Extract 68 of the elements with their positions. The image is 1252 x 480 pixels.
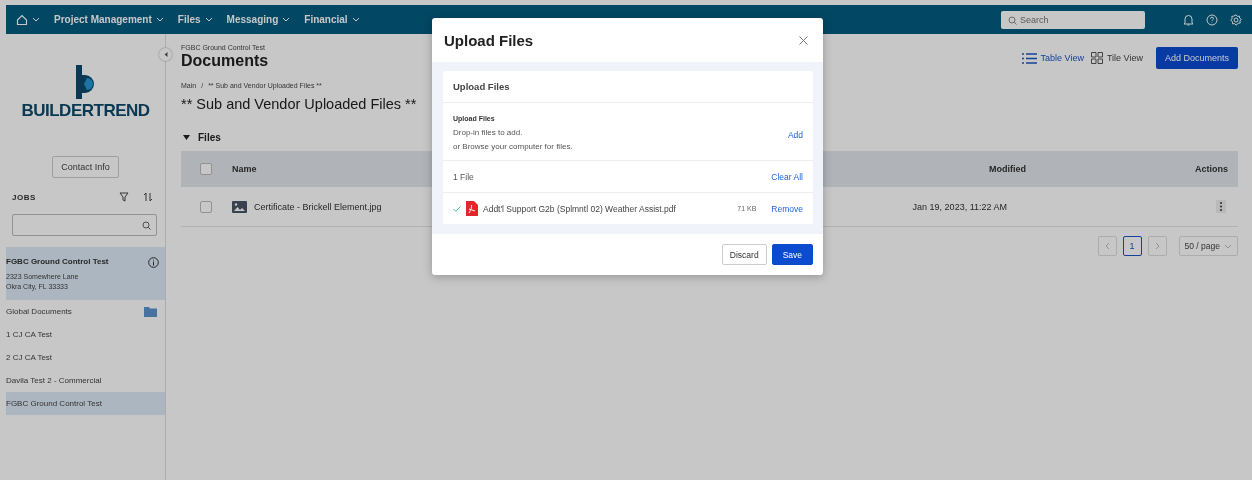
chevron-right-icon xyxy=(1154,242,1160,250)
drop-zone-hint: or Browse your computer for files. xyxy=(453,141,573,153)
more-button[interactable] xyxy=(1216,200,1226,213)
chevron-left-icon xyxy=(1104,242,1110,250)
job-name: FGBC Ground Control Test xyxy=(6,257,110,266)
page-title: Documents xyxy=(181,52,270,70)
folder-icon xyxy=(144,306,157,317)
job-item[interactable]: Global Documents xyxy=(6,300,165,323)
jobs-search-field[interactable] xyxy=(12,214,157,236)
file-name: Addt'l Support G2b (Splmntl 02) Weather Assist.pdf xyxy=(483,203,677,214)
caret-icon xyxy=(163,52,168,57)
chevron-down-icon xyxy=(282,17,291,22)
search-field[interactable]: Search xyxy=(1001,10,1145,29)
card-title: Upload Files xyxy=(443,71,813,103)
contact-info-button[interactable]: Contact Info xyxy=(52,156,119,178)
add-link[interactable]: Add xyxy=(787,129,803,140)
caret-icon xyxy=(183,135,190,140)
column-header: Modified xyxy=(989,164,1026,174)
nav-menu[interactable]: Financial xyxy=(304,14,360,25)
chevron-down-icon xyxy=(32,17,40,22)
drop-zone-hint: Drop-in files to add. xyxy=(453,127,524,139)
search-icon xyxy=(142,220,151,230)
home-icon xyxy=(16,13,28,26)
home-menu[interactable] xyxy=(16,13,40,26)
folder-title: ** Sub and Vendor Uploaded Files ** xyxy=(181,96,417,112)
table-cell: Jan 19, 2023, 11:22 AM xyxy=(912,201,1007,212)
chevron-down-icon xyxy=(204,17,213,22)
info-icon[interactable] xyxy=(148,257,159,268)
sort-icon[interactable] xyxy=(143,192,153,202)
chevron-down-icon xyxy=(1224,243,1232,249)
row-checkbox[interactable] xyxy=(200,200,212,213)
nav-menu[interactable]: Messaging xyxy=(226,14,291,25)
file-name-link[interactable]: Certificate - Brickell Element.jpg xyxy=(254,201,382,212)
view-toggle[interactable]: Tile View xyxy=(1090,52,1143,64)
chevron-down-icon xyxy=(351,17,360,22)
pdf-icon xyxy=(466,201,478,216)
job-item[interactable]: FGBC Ground Control Test xyxy=(6,392,165,415)
select-all-checkbox[interactable] xyxy=(200,163,212,175)
remove-link[interactable]: Remove xyxy=(771,203,803,214)
clear-all-link[interactable]: Clear All xyxy=(771,171,803,182)
view-toggle[interactable]: Table View xyxy=(1021,52,1084,64)
column-header: Actions xyxy=(1195,164,1228,174)
discard-button[interactable]: Discard xyxy=(721,244,767,265)
filter-icon[interactable] xyxy=(119,192,129,202)
help-icon[interactable] xyxy=(1206,13,1218,26)
job-item[interactable]: 1 CJ CA Test xyxy=(6,323,165,346)
column-header: Name xyxy=(232,164,257,174)
settings-icon[interactable] xyxy=(1230,13,1242,26)
collapse-toggle[interactable] xyxy=(159,48,172,61)
section-label: JOBS xyxy=(12,192,37,202)
list-icon xyxy=(1021,52,1037,64)
grid-icon xyxy=(1090,52,1103,64)
save-button[interactable]: Save xyxy=(771,244,813,265)
page-size-select[interactable]: 50 / page xyxy=(1178,236,1238,256)
nav-menu[interactable]: Project Management xyxy=(54,14,164,25)
close-icon[interactable] xyxy=(799,35,808,45)
file-count: 1 File xyxy=(453,171,474,182)
image-icon xyxy=(232,200,247,213)
job-item[interactable]: 2 CJ CA Test xyxy=(6,346,165,369)
logo-text: BUILDERTREND xyxy=(21,101,150,121)
add-documents-button[interactable]: Add Documents xyxy=(1155,47,1238,69)
section-toggle[interactable]: Files xyxy=(183,132,221,143)
dialog-title: Upload Files xyxy=(444,31,534,49)
nav-menu[interactable]: Files xyxy=(177,14,213,25)
page-button[interactable]: 1 xyxy=(1122,236,1142,256)
bell-icon[interactable] xyxy=(1183,13,1194,26)
chevron-down-icon xyxy=(155,17,164,22)
job-item[interactable]: Davila Test 2 - Commercial xyxy=(6,369,165,392)
